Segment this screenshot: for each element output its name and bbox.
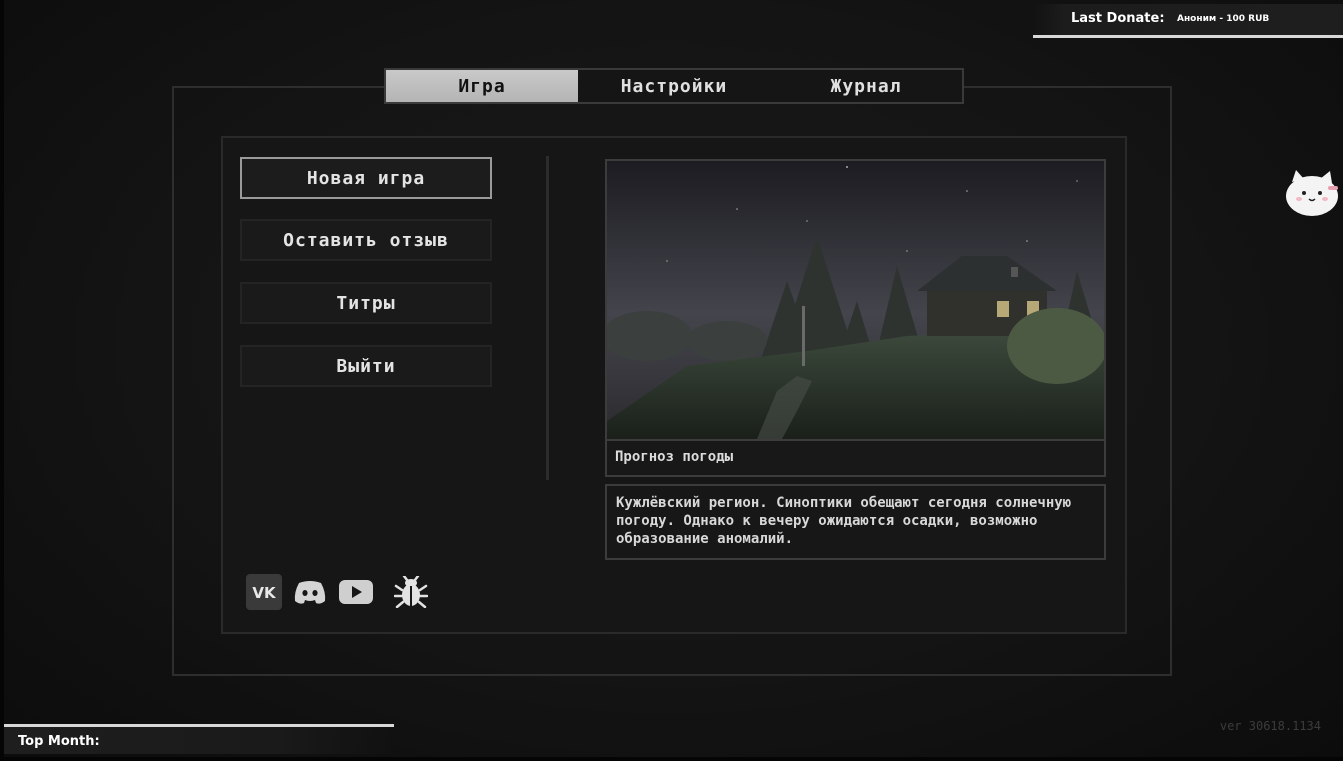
last-donate-label: Last Donate: [1071, 11, 1165, 26]
weather-preview: Прогноз погоды [605, 159, 1106, 477]
mascot-sticker [1284, 168, 1343, 218]
discord-button[interactable] [292, 574, 328, 610]
preview-caption: Прогноз погоды [607, 439, 1104, 475]
youtube-button[interactable] [338, 574, 374, 610]
discord-icon [294, 581, 326, 604]
credits-button[interactable]: Титры [240, 282, 492, 324]
vk-icon: VK [246, 574, 282, 610]
cat-mascot-icon [1286, 170, 1338, 216]
preview-image [607, 161, 1104, 439]
bug-report-button[interactable] [393, 574, 429, 610]
vk-button[interactable]: VK [246, 574, 282, 610]
version-label: ver 30618.1134 [1219, 719, 1321, 733]
last-donate-value: Аноним - 100 RUB [1177, 14, 1270, 24]
last-donate-bar: Last Donate: Аноним - 100 RUB [1033, 4, 1343, 38]
top-month-label: Top Month: [18, 734, 100, 749]
tab-settings[interactable]: Настройки [578, 70, 770, 102]
exit-button[interactable]: Выйти [240, 345, 492, 387]
leave-review-button[interactable]: Оставить отзыв [240, 219, 492, 261]
tab-game[interactable]: Игра [386, 70, 578, 102]
new-game-button[interactable]: Новая игра [240, 157, 492, 199]
bug-icon [394, 576, 428, 608]
preview-description: Кужлёвский регион. Синоптики обещают сег… [605, 484, 1106, 560]
tab-journal[interactable]: Журнал [770, 70, 962, 102]
tab-bar: Игра Настройки Журнал [384, 68, 964, 104]
screen-edge-bottom [0, 757, 1343, 761]
menu-divider [546, 156, 549, 480]
svg-text:VK: VK [252, 584, 277, 602]
top-month-bar: Top Month: [4, 724, 394, 754]
screen-edge-left [0, 0, 4, 761]
youtube-icon [339, 580, 373, 604]
